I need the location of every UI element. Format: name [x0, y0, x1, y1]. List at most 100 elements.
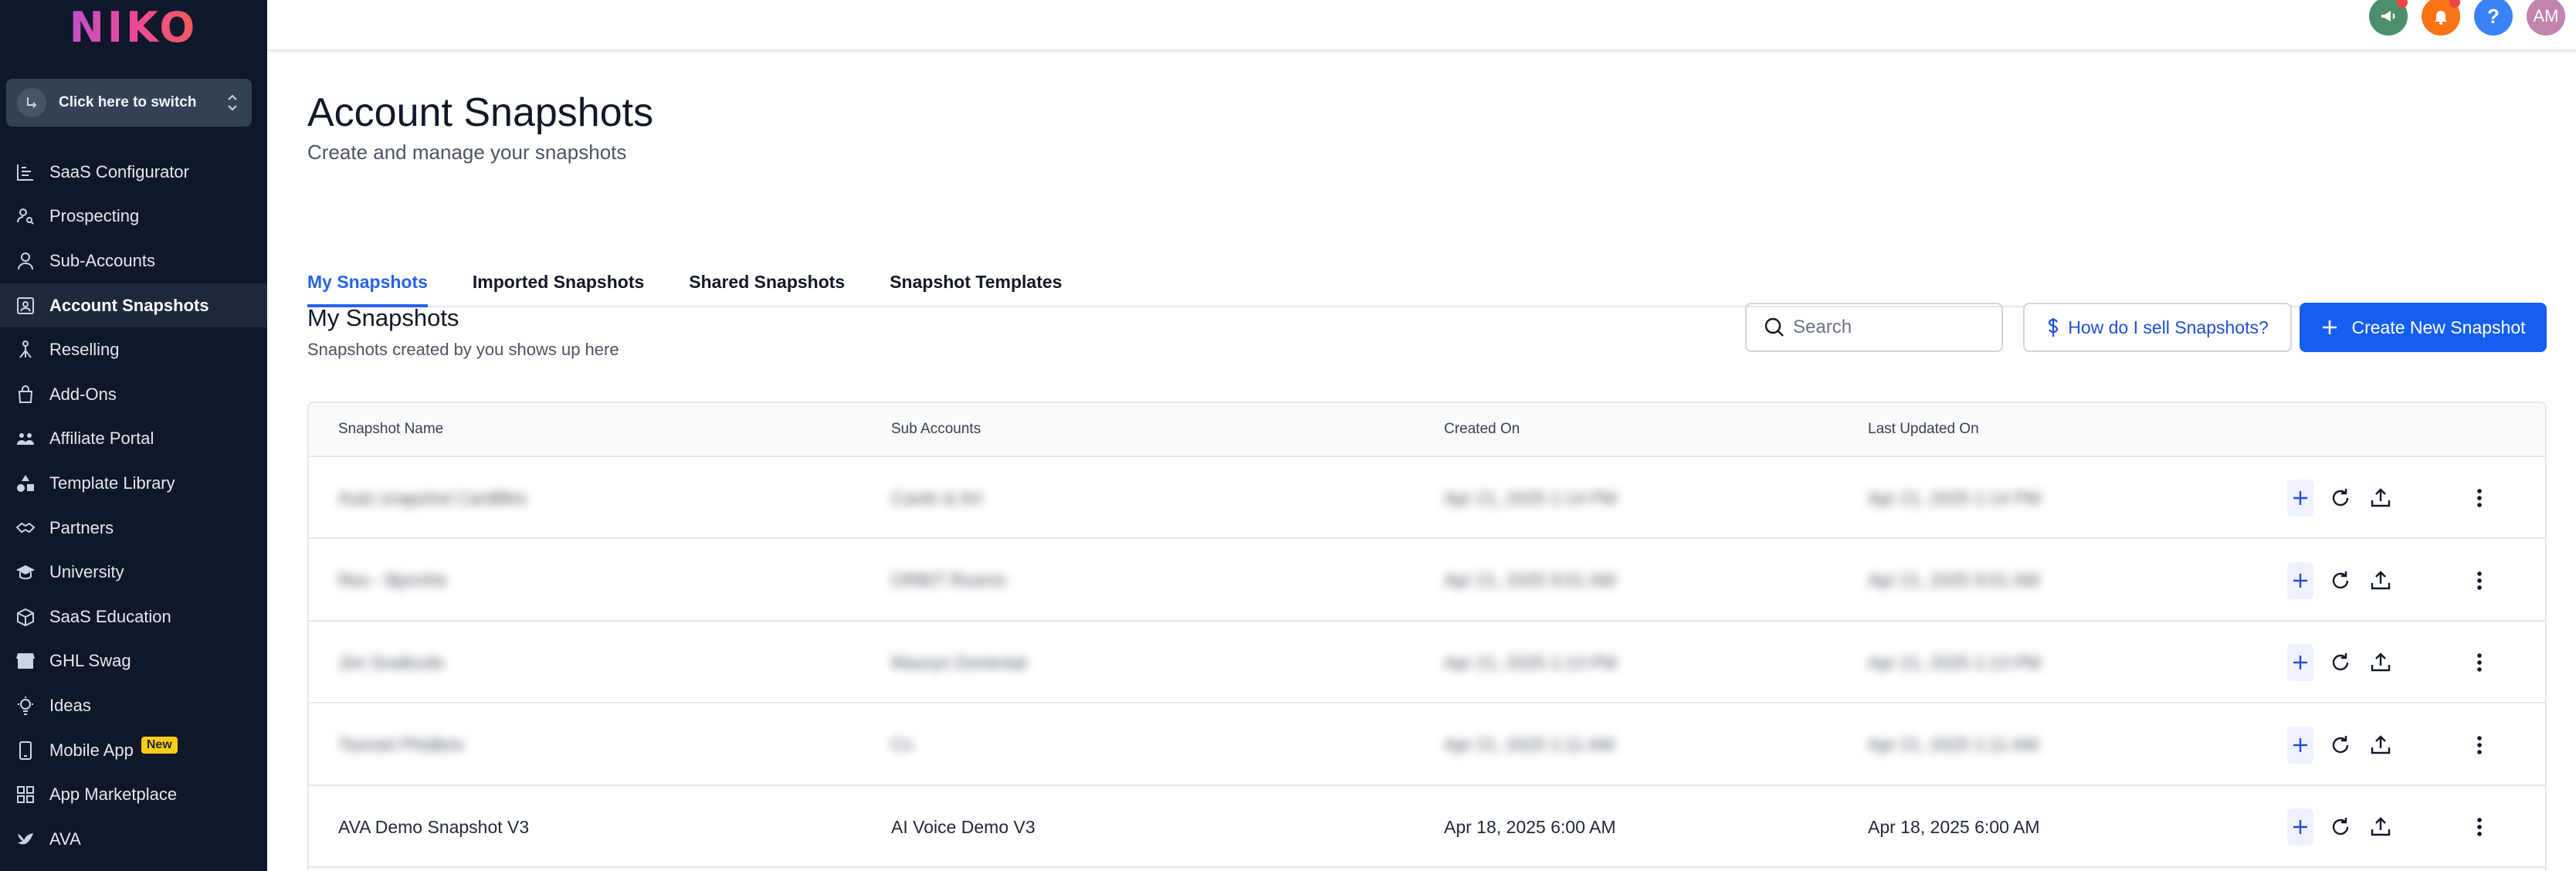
bell-icon: [2432, 7, 2450, 25]
add-to-account-button[interactable]: [2287, 561, 2313, 599]
sidebar-item-reselling[interactable]: Reselling: [0, 327, 267, 372]
add-to-account-button[interactable]: [2287, 726, 2313, 764]
sidebar-item-mobile-app[interactable]: Mobile App New: [0, 728, 267, 773]
sidebar-item-partners[interactable]: Partners: [0, 506, 267, 551]
more-vertical-icon: [2476, 651, 2483, 674]
more-options-button[interactable]: [2466, 562, 2493, 599]
sidebar-item-ava[interactable]: AVA: [0, 817, 267, 862]
sidebar-item-label: Reselling: [49, 340, 120, 360]
sidebar-item-ideas[interactable]: Ideas: [0, 683, 267, 728]
help-button[interactable]: ?: [2474, 0, 2513, 36]
create-new-snapshot-button[interactable]: Create New Snapshot: [2300, 303, 2547, 352]
sidebar-item-label: GHL Swag: [49, 651, 131, 671]
sidebar-item-ghl-swag[interactable]: GHL Swag: [0, 639, 267, 684]
sidebar-item-add-ons[interactable]: Add-Ons: [0, 372, 267, 417]
more-options-button[interactable]: [2466, 808, 2493, 846]
share-snapshot-button[interactable]: [2368, 808, 2394, 846]
cell-text: Jim Snaltcole: [338, 652, 444, 673]
table-row[interactable]: Auto snapshot Cardlifes Cards & Art Apr 21…: [309, 457, 2545, 539]
row-actions: [2287, 786, 2493, 868]
cell-updated: Apr 21, 2025 9:01 AM: [1868, 540, 2040, 622]
tab-imported-snapshots[interactable]: Imported Snapshots: [473, 255, 644, 306]
chart-bars-icon: [15, 162, 36, 182]
lightbulb-icon: [15, 696, 36, 716]
table-row[interactable]: Jim Snaltcole Mauryn Doriental Apr 21, 202…: [309, 622, 2545, 703]
refresh-icon: [2329, 815, 2352, 839]
tab-my-snapshots[interactable]: My Snapshots: [307, 255, 428, 307]
cell-name: Tsorset Phidbriv: [338, 704, 465, 786]
how-to-sell-snapshots-button[interactable]: How do I sell Snapshots?: [2023, 303, 2292, 352]
sidebar-item-saas-configurator[interactable]: SaaS Configurator: [0, 150, 267, 195]
table-row[interactable]: Tsorset Phidbriv Cx Apr 21, 2025 1:11 AM Ap…: [309, 704, 2545, 786]
share-snapshot-button[interactable]: [2368, 562, 2394, 599]
sidebar: NIKO Click here to switch SaaS Configura…: [0, 0, 267, 871]
refresh-icon: [2329, 569, 2352, 592]
more-options-button[interactable]: [2466, 480, 2493, 517]
sidebar-item-label: Partners: [49, 517, 114, 537]
cell-name: AVA Demo Snapshot V3: [338, 786, 529, 868]
cell-sub-account: Cards & Art: [891, 457, 982, 539]
megaphone-icon: [2379, 7, 2398, 25]
cell-updated: Apr 21, 2025 1:13 PM: [1868, 622, 2041, 703]
cell-text: ORBIT Rooms: [891, 570, 1007, 590]
snapshots-table: Snapshot Name Sub Accounts Created On Last …: [307, 402, 2547, 871]
sidebar-item-template-library[interactable]: Template Library: [0, 461, 267, 506]
sidebar-item-sub-accounts[interactable]: Sub-Accounts: [0, 239, 267, 283]
table-row[interactable]: AVA Demo Snapshot V3 AI Voice Demo V3 Apr …: [309, 786, 2545, 868]
tab-shared-snapshots[interactable]: Shared Snapshots: [689, 255, 845, 306]
tab-snapshot-templates[interactable]: Snapshot Templates: [890, 255, 1062, 306]
how-to-sell-label: How do I sell Snapshots?: [2068, 317, 2269, 337]
sidebar-item-saas-education[interactable]: SaaS Education: [0, 595, 267, 639]
sidebar-item-university[interactable]: University: [0, 550, 267, 595]
sidebar-item-affiliate-portal[interactable]: Affiliate Portal: [0, 417, 267, 462]
search-input[interactable]: [1793, 317, 1978, 338]
refresh-snapshot-button[interactable]: [2327, 644, 2354, 681]
cell-sub-account: ORBIT Rooms: [891, 540, 1006, 622]
page-title: Account Snapshots: [307, 90, 654, 135]
bird-icon: [15, 829, 36, 849]
page-subtitle: Create and manage your snapshots: [307, 141, 627, 164]
sidebar-item-app-marketplace[interactable]: App Marketplace: [0, 772, 267, 817]
cell-text: Rex - Bjornhe: [338, 570, 447, 590]
sidebar-item-account-snapshots[interactable]: Account Snapshots: [0, 283, 267, 328]
table-row[interactable]: Rex - Bjornhe ORBIT Rooms Apr 21, 2025 9:0…: [309, 540, 2545, 622]
avatar-initials: AM: [2533, 6, 2559, 25]
switcher-label: Click here to switch: [59, 94, 197, 110]
cell-sub-account: Mauryn Doriental: [891, 622, 1026, 703]
add-to-account-button[interactable]: [2287, 808, 2313, 846]
sidebar-item-prospecting[interactable]: Prospecting: [0, 195, 267, 239]
account-switcher[interactable]: Click here to switch: [6, 79, 252, 127]
refresh-snapshot-button[interactable]: [2327, 480, 2354, 517]
share-snapshot-button[interactable]: [2368, 644, 2394, 681]
more-options-button[interactable]: [2466, 727, 2493, 764]
notifications-button[interactable]: [2422, 0, 2460, 36]
plus-icon: [2320, 318, 2339, 337]
table-header: Snapshot Name Sub Accounts Created On Last …: [309, 403, 2545, 457]
cell-text: Apr 21, 2025 1:14 PM: [1444, 487, 1617, 508]
share-snapshot-button[interactable]: [2368, 727, 2394, 764]
cell-created: Apr 21, 2025 1:11 AM: [1444, 704, 1615, 786]
row-actions: [2287, 704, 2493, 786]
cell-created: Apr 21, 2025 1:14 PM: [1444, 457, 1617, 539]
refresh-snapshot-button[interactable]: [2327, 562, 2354, 599]
row-actions: [2287, 457, 2493, 539]
chevron-up-down-icon: [224, 91, 241, 114]
add-to-account-button[interactable]: [2287, 480, 2313, 517]
upload-icon: [2369, 486, 2392, 510]
sidebar-item-label: Add-Ons: [49, 384, 117, 404]
handshake-icon: [15, 518, 36, 538]
share-snapshot-button[interactable]: [2368, 480, 2394, 517]
brand-logo[interactable]: NIKO: [0, 0, 267, 54]
add-to-account-button[interactable]: [2287, 644, 2313, 681]
more-vertical-icon: [2476, 734, 2483, 757]
more-options-button[interactable]: [2466, 644, 2493, 681]
refresh-snapshot-button[interactable]: [2327, 727, 2354, 764]
announcements-button[interactable]: [2369, 0, 2408, 36]
search-box[interactable]: [1745, 303, 2003, 352]
avatar[interactable]: AM: [2527, 0, 2565, 36]
refresh-snapshot-button[interactable]: [2327, 808, 2354, 846]
shopping-bag-icon: [15, 385, 36, 405]
switch-location-icon: [17, 88, 46, 117]
cell-text: Apr 21, 2025 1:14 PM: [1868, 487, 2041, 508]
new-badge: New: [141, 736, 178, 754]
